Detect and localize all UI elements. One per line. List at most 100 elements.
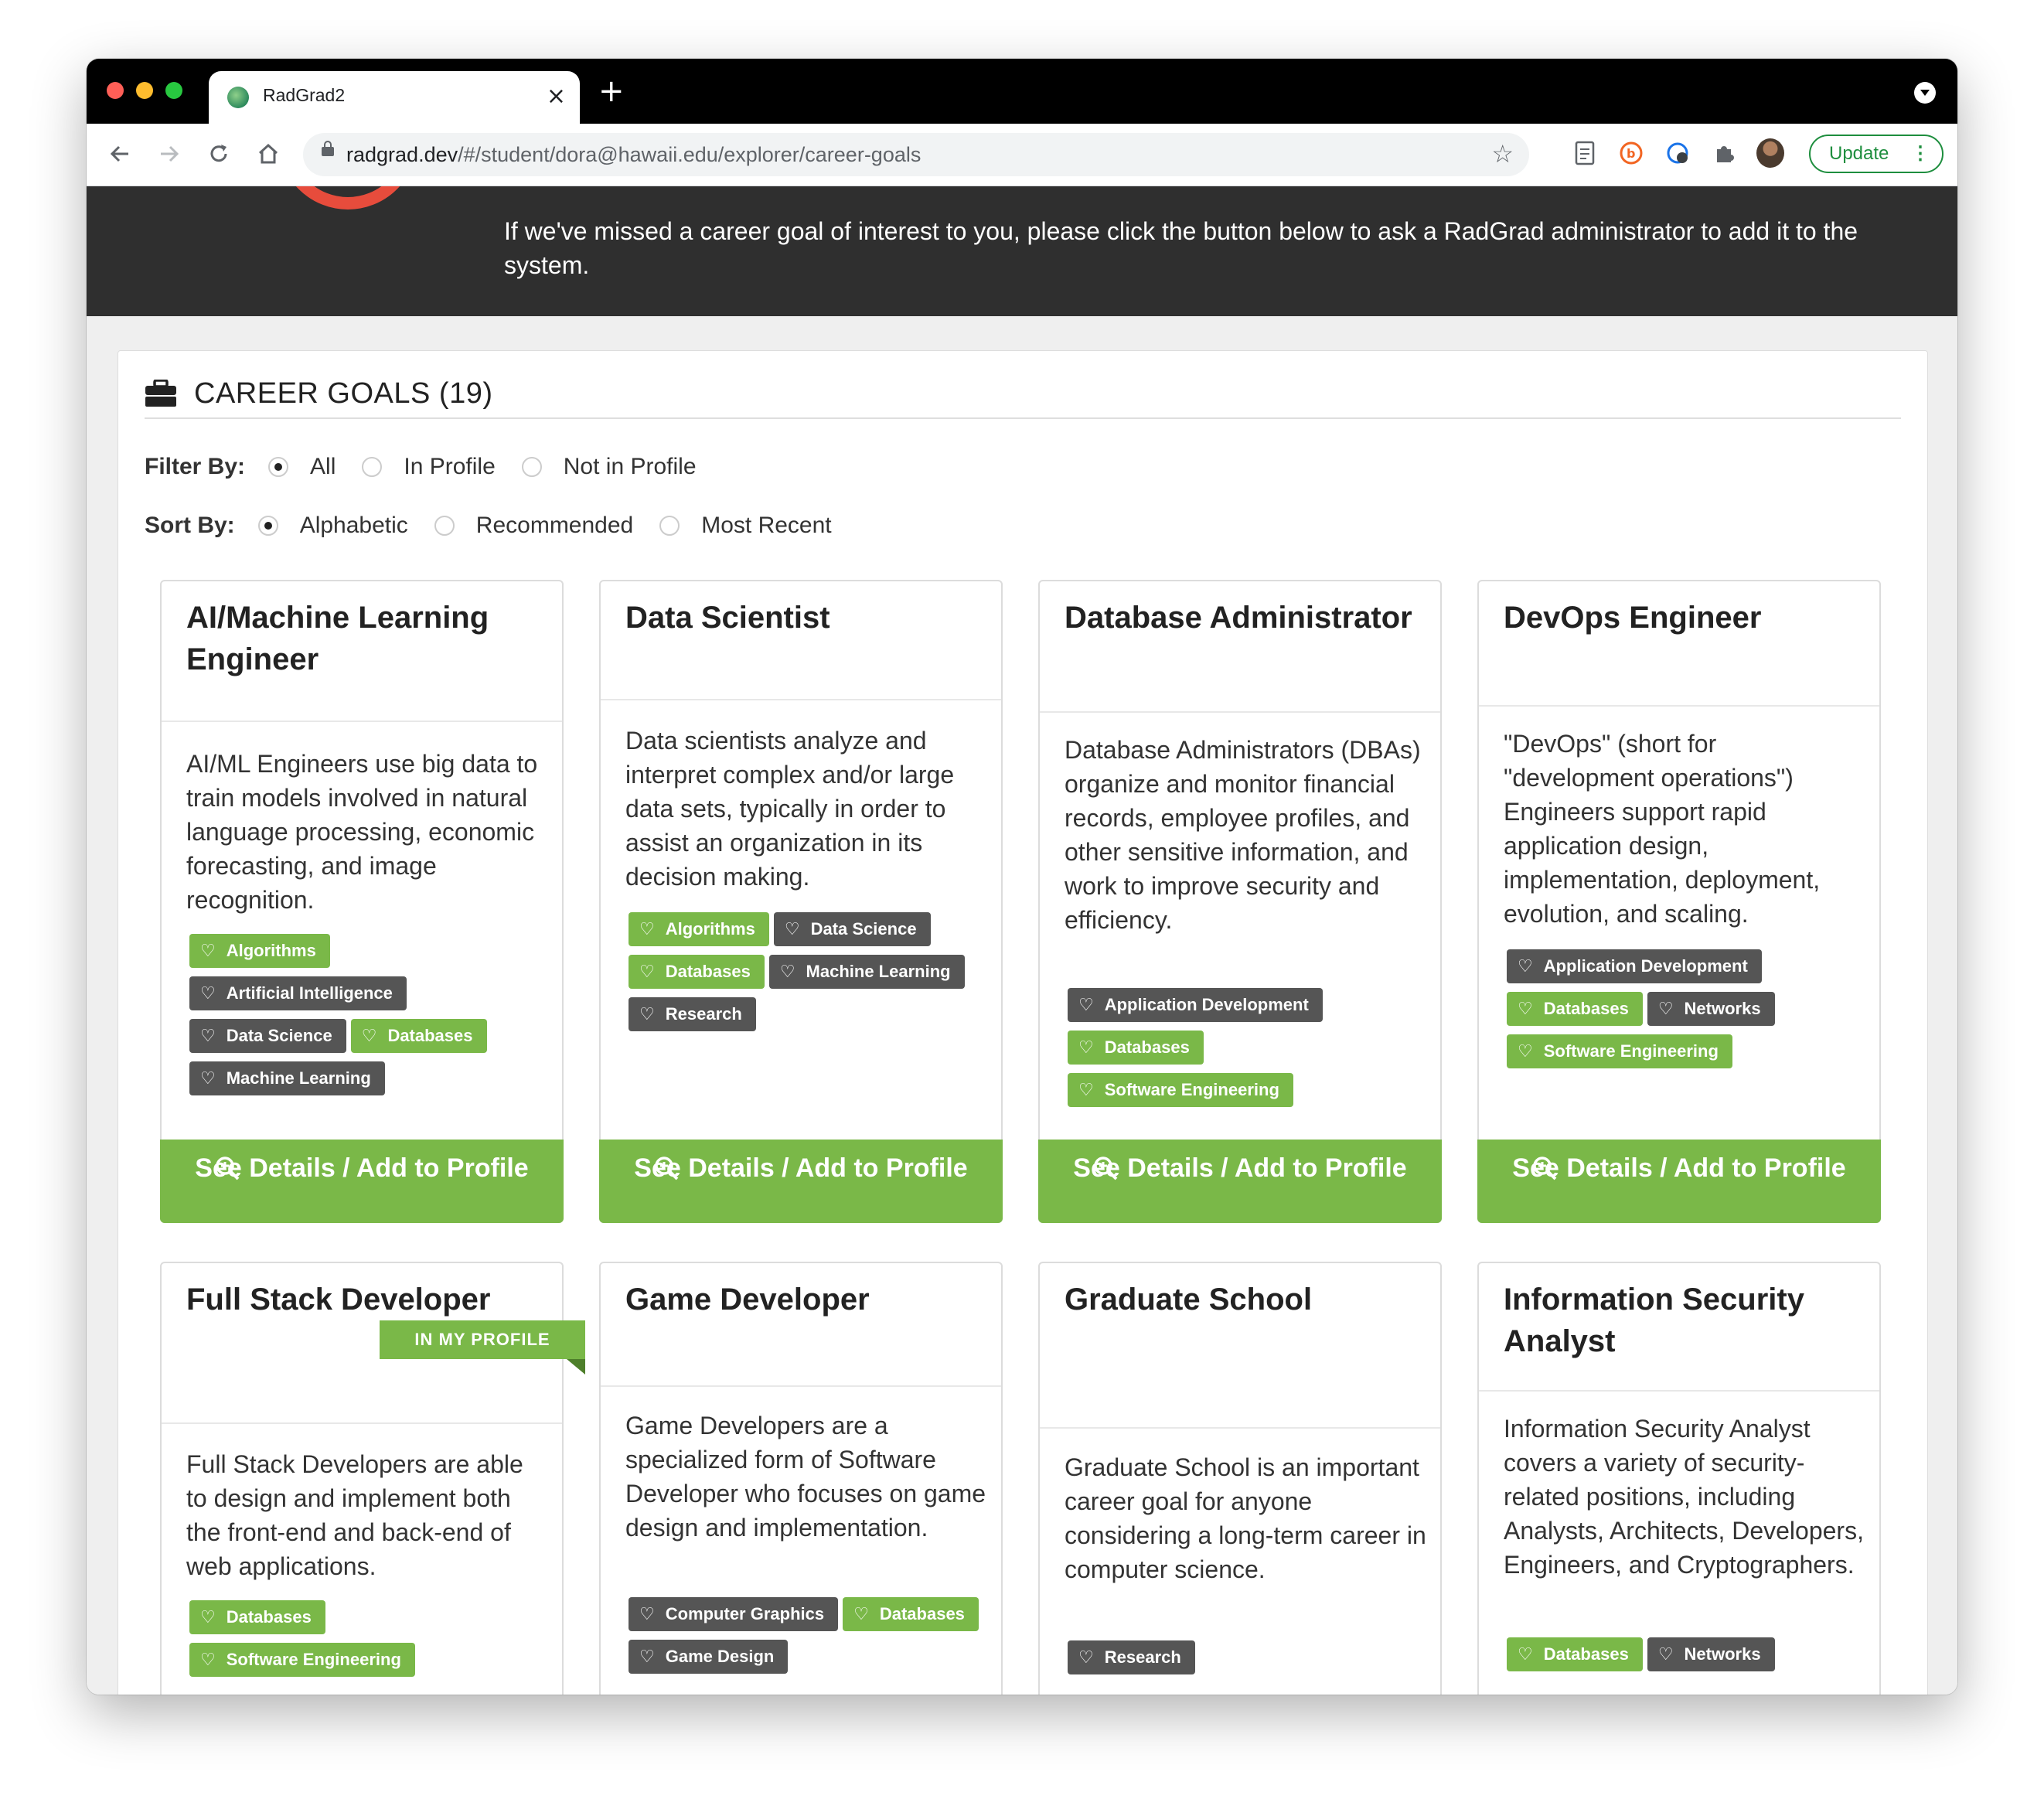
home-button[interactable] xyxy=(249,135,288,173)
url-text: radgrad.dev/#/student/dora@hawaii.edu/ex… xyxy=(346,143,921,167)
heart-icon[interactable]: ♡ xyxy=(200,1068,216,1088)
see-details-button[interactable]: See Details / Add to Profile xyxy=(1038,1140,1442,1223)
reader-extension-icon[interactable] xyxy=(1571,139,1599,167)
interest-tag[interactable]: ♡ Databases xyxy=(1068,1031,1204,1065)
profile-avatar-icon[interactable] xyxy=(1756,138,1784,168)
interest-tags: ♡ Research xyxy=(1068,1640,1431,1683)
heart-icon[interactable]: ♡ xyxy=(639,1647,655,1667)
new-tab-button[interactable]: + xyxy=(598,76,625,107)
more-menu-icon[interactable]: ⋮ xyxy=(1911,136,1930,172)
maximize-window-button[interactable] xyxy=(165,82,182,99)
update-button[interactable]: Update ⋮ xyxy=(1809,135,1944,173)
heart-icon[interactable]: ♡ xyxy=(639,1604,655,1624)
heart-icon[interactable]: ♡ xyxy=(1518,999,1533,1019)
page-content: If we've missed a career goal of interes… xyxy=(87,186,1957,1695)
filter-all-radio[interactable]: All xyxy=(268,454,336,480)
privacy-extension-icon[interactable] xyxy=(1664,139,1691,167)
interest-tag[interactable]: ♡ Artificial Intelligence xyxy=(189,976,407,1010)
interest-tag[interactable]: ♡ Networks xyxy=(1647,1637,1775,1671)
tab-close-icon[interactable]: × xyxy=(547,82,566,111)
interest-tag[interactable]: ♡ Software Engineering xyxy=(1507,1034,1732,1068)
heart-icon[interactable]: ♡ xyxy=(1078,1037,1094,1058)
tag-label: Software Engineering xyxy=(1543,1041,1719,1061)
heart-icon[interactable]: ♡ xyxy=(853,1604,869,1624)
interest-tag[interactable]: ♡ Research xyxy=(1068,1640,1195,1674)
heart-icon[interactable]: ♡ xyxy=(639,919,655,939)
interest-tag[interactable]: ♡ Databases xyxy=(629,955,765,989)
tag-label: Databases xyxy=(1543,1644,1629,1664)
heart-icon[interactable]: ♡ xyxy=(1078,1080,1094,1100)
interest-tag[interactable]: ♡ Databases xyxy=(843,1597,979,1631)
interest-tag[interactable]: ♡ Databases xyxy=(189,1600,325,1634)
interest-tag[interactable]: ♡ Application Development xyxy=(1068,988,1323,1022)
filter-in-profile-radio[interactable]: In Profile xyxy=(362,454,496,480)
close-window-button[interactable] xyxy=(107,82,124,99)
sort-recommended-radio[interactable]: Recommended xyxy=(434,513,633,539)
see-details-button[interactable]: See Details / Add to Profile xyxy=(1477,1140,1881,1223)
interest-tag[interactable]: ♡ Software Engineering xyxy=(189,1643,415,1677)
zoom-in-icon xyxy=(216,1157,240,1180)
card-title[interactable]: Graduate School xyxy=(1065,1279,1428,1320)
bitwarden-extension-icon[interactable]: b xyxy=(1617,139,1645,167)
minimize-window-button[interactable] xyxy=(136,82,153,99)
heart-icon[interactable]: ♡ xyxy=(362,1026,377,1046)
interest-tag[interactable]: ♡ Databases xyxy=(1507,992,1643,1026)
heart-icon[interactable]: ♡ xyxy=(200,1607,216,1627)
card-description: Database Administrators (DBAs) organize … xyxy=(1065,736,1421,934)
card-title[interactable]: Full Stack Developer xyxy=(186,1279,550,1320)
heart-icon[interactable]: ♡ xyxy=(1658,1644,1674,1664)
sort-alphabetic-radio[interactable]: Alphabetic xyxy=(257,513,408,539)
interest-tag[interactable]: ♡ Data Science xyxy=(773,912,931,946)
browser-tab[interactable]: RadGrad2 × xyxy=(209,71,580,124)
heart-icon[interactable]: ♡ xyxy=(1518,956,1533,976)
heart-icon[interactable]: ♡ xyxy=(780,962,795,982)
heart-icon[interactable]: ♡ xyxy=(200,1650,216,1670)
career-goals-panel: CAREER GOALS (19) Filter By: All In Prof… xyxy=(118,350,1928,1695)
card-title[interactable]: DevOps Engineer xyxy=(1504,597,1867,639)
sort-most-recent-radio[interactable]: Most Recent xyxy=(659,513,832,539)
heart-icon[interactable]: ♡ xyxy=(785,919,800,939)
heart-icon[interactable]: ♡ xyxy=(1518,1644,1533,1664)
card-title[interactable]: Game Developer xyxy=(625,1279,989,1320)
heart-icon[interactable]: ♡ xyxy=(200,983,216,1003)
interest-tag[interactable]: ♡ Algorithms xyxy=(629,912,769,946)
heart-icon[interactable]: ♡ xyxy=(1658,999,1674,1019)
interest-tag[interactable]: ♡ Databases xyxy=(350,1019,487,1053)
heart-icon[interactable]: ♡ xyxy=(1078,1647,1094,1668)
interest-tag[interactable]: ♡ Application Development xyxy=(1507,949,1762,983)
interest-tag[interactable]: ♡ Software Engineering xyxy=(1068,1073,1293,1107)
reload-button[interactable] xyxy=(199,135,238,173)
heart-icon[interactable]: ♡ xyxy=(639,1004,655,1024)
tab-search-icon[interactable] xyxy=(1914,82,1936,104)
heart-icon[interactable]: ♡ xyxy=(200,1026,216,1046)
interest-tag[interactable]: ♡ Data Science xyxy=(189,1019,346,1053)
interest-tag[interactable]: ♡ Research xyxy=(629,997,756,1031)
bookmark-star-icon[interactable]: ☆ xyxy=(1491,141,1514,167)
interest-tags: ♡ Databases ♡ Networks xyxy=(1507,1637,1870,1680)
heart-icon[interactable]: ♡ xyxy=(1078,995,1094,1015)
interest-tag[interactable]: ♡ Databases xyxy=(1507,1637,1643,1671)
extensions-puzzle-icon[interactable] xyxy=(1710,139,1738,167)
interest-tag[interactable]: ♡ Algorithms xyxy=(189,934,330,968)
back-button[interactable] xyxy=(100,135,139,173)
interest-tag[interactable]: ♡ Machine Learning xyxy=(189,1061,385,1095)
filter-not-in-profile-radio[interactable]: Not in Profile xyxy=(521,454,697,480)
card-divider xyxy=(601,699,1001,700)
card-divider xyxy=(1479,1390,1879,1392)
heart-icon[interactable]: ♡ xyxy=(1518,1041,1533,1061)
interest-tag[interactable]: ♡ Game Design xyxy=(629,1640,789,1674)
heart-icon[interactable]: ♡ xyxy=(639,962,655,982)
card-title[interactable]: Database Administrator xyxy=(1065,597,1428,639)
see-details-button[interactable]: See Details / Add to Profile xyxy=(599,1140,1003,1223)
see-details-button[interactable]: See Details / Add to Profile xyxy=(160,1140,564,1223)
radgrad-logo-icon xyxy=(278,186,417,210)
card-title[interactable]: Data Scientist xyxy=(625,597,989,639)
card-title[interactable]: Information Security Analyst xyxy=(1504,1279,1867,1362)
address-bar[interactable]: radgrad.dev/#/student/dora@hawaii.edu/ex… xyxy=(303,133,1529,176)
heart-icon[interactable]: ♡ xyxy=(200,941,216,961)
interest-tag[interactable]: ♡ Networks xyxy=(1647,992,1775,1026)
interest-tag[interactable]: ♡ Computer Graphics xyxy=(629,1597,839,1631)
forward-button[interactable] xyxy=(150,135,189,173)
interest-tag[interactable]: ♡ Machine Learning xyxy=(768,955,965,989)
card-title[interactable]: AI/Machine Learning Engineer xyxy=(186,597,550,680)
